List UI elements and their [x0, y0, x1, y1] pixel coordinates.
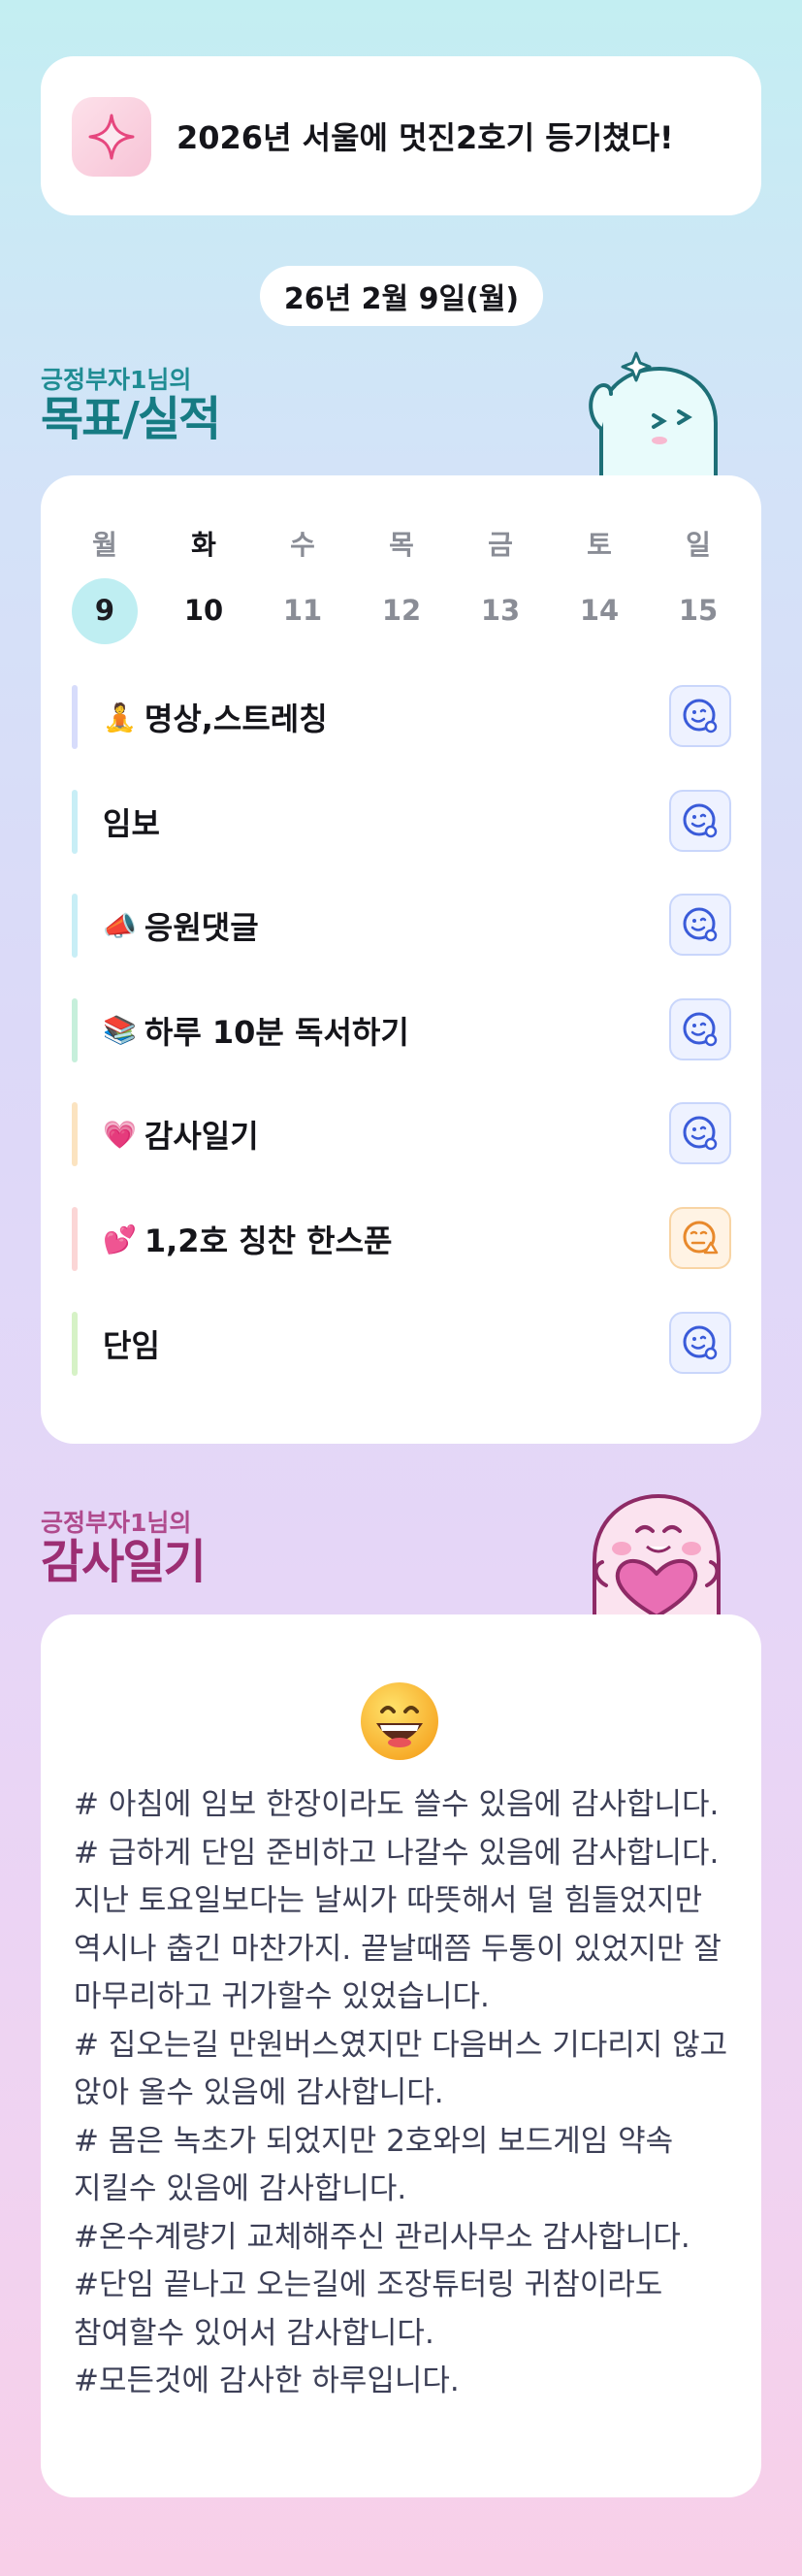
goals-section-title: 목표/실적 — [41, 392, 221, 446]
task-row[interactable]: 임보 — [72, 789, 731, 854]
task-label: 단임 — [103, 1312, 160, 1376]
date-10[interactable]: 10 — [163, 594, 244, 627]
task-label: 📚 하루 10분 독서하기 — [103, 998, 409, 1062]
weekday-tue: 화 — [191, 529, 216, 561]
status-done-face-icon[interactable] — [669, 1102, 731, 1165]
task-color-bar — [72, 1311, 78, 1376]
task-color-bar — [72, 1207, 78, 1271]
status-done-face-icon[interactable] — [669, 894, 731, 957]
heart-mascot-illustration — [593, 1493, 721, 1616]
task-label-text: 단임 — [103, 1326, 160, 1364]
task-color-bar — [72, 789, 78, 854]
weekday-mon: 월 — [92, 529, 117, 561]
ghost-mascot-illustration — [589, 351, 718, 479]
goal-text: 2026년 서울에 멋진2호기 등기쳤다! — [176, 119, 674, 156]
task-label: 💕 1,2호 칭찬 한스푼 — [103, 1207, 392, 1271]
thanks-journal-text: # 아침에 임보 한장이라도 쓸수 있음에 감사합니다. # 급하게 단임 준비… — [74, 1787, 728, 2398]
task-emoji-icon: 📚 — [103, 1014, 137, 1047]
task-color-bar — [72, 685, 78, 749]
task-label-text: 감사일기 — [144, 1118, 259, 1156]
task-row[interactable]: 💗 감사일기 — [72, 1102, 731, 1167]
task-color-bar — [72, 997, 78, 1062]
task-row[interactable]: 단임 — [72, 1311, 731, 1376]
task-label-text: 임보 — [103, 804, 160, 842]
date-9[interactable]: 9 — [64, 594, 145, 627]
task-label-text: 1,2호 칭찬 한스푼 — [144, 1223, 393, 1259]
task-label-text: 명상,스트레칭 — [144, 701, 328, 737]
grinning-face-icon — [361, 1682, 438, 1760]
task-label-text: 응원댓글 — [144, 909, 259, 947]
status-done-face-icon[interactable] — [669, 789, 731, 852]
date-14[interactable]: 14 — [559, 594, 640, 627]
task-emoji-icon: 🧘 — [103, 701, 137, 734]
task-row[interactable]: 📣 응원댓글 — [72, 894, 731, 959]
task-label-text: 하루 10분 독서하기 — [144, 1013, 409, 1051]
task-emoji-icon: 📣 — [103, 909, 137, 942]
date-pill[interactable]: 26년 2월 9일(월) — [260, 266, 543, 326]
task-row[interactable]: 💕 1,2호 칭찬 한스푼 — [72, 1207, 731, 1271]
sparkle-icon — [72, 97, 151, 177]
date-13[interactable]: 13 — [460, 594, 541, 627]
task-emoji-icon: 💕 — [103, 1223, 137, 1255]
date-11[interactable]: 11 — [262, 594, 343, 627]
weekday-fri: 금 — [488, 529, 513, 561]
weekday-wed: 수 — [290, 529, 315, 561]
task-label: 📣 응원댓글 — [103, 894, 259, 958]
thanks-section-title: 감사일기 — [41, 1535, 207, 1589]
task-row[interactable]: 🧘 명상,스트레칭 — [72, 685, 731, 749]
status-done-face-icon[interactable] — [669, 1311, 731, 1374]
weekday-sun: 일 — [686, 529, 711, 561]
task-row[interactable]: 📚 하루 10분 독서하기 — [72, 997, 731, 1062]
task-label: 🧘 명상,스트레칭 — [103, 685, 328, 749]
task-color-bar — [72, 894, 78, 959]
task-label: 임보 — [103, 790, 160, 854]
status-done-face-icon[interactable] — [669, 997, 731, 1060]
task-label: 💗 감사일기 — [103, 1102, 259, 1166]
status-warning-face-icon[interactable] — [669, 1207, 731, 1269]
task-color-bar — [72, 1102, 78, 1167]
weekday-thu: 목 — [389, 529, 414, 561]
date-15[interactable]: 15 — [658, 594, 739, 627]
date-12[interactable]: 12 — [361, 594, 442, 627]
goal-banner[interactable]: 2026년 서울에 멋진2호기 등기쳤다! — [41, 56, 761, 215]
weekday-sat: 토 — [587, 529, 612, 561]
task-emoji-icon: 💗 — [103, 1118, 137, 1151]
status-done-face-icon[interactable] — [669, 685, 731, 747]
